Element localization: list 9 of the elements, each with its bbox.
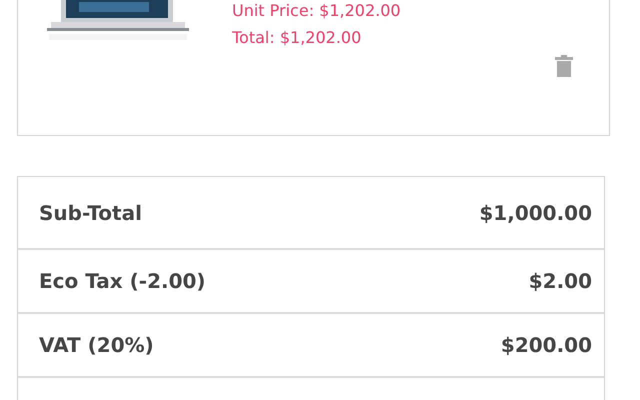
total-label: Sub-Total xyxy=(39,200,142,224)
total-label: Eco Tax (-2.00) xyxy=(39,269,206,293)
total-value: $1,000.00 xyxy=(479,200,592,224)
total-value: $200.00 xyxy=(500,333,592,357)
total-label: VAT (20%) xyxy=(39,333,154,357)
total-value: $2.00 xyxy=(528,269,592,293)
unit-price: Unit Price: $1,202.00 xyxy=(232,1,402,21)
item-total: Total: $1,202.00 xyxy=(232,28,362,48)
trash-icon[interactable] xyxy=(555,55,573,77)
